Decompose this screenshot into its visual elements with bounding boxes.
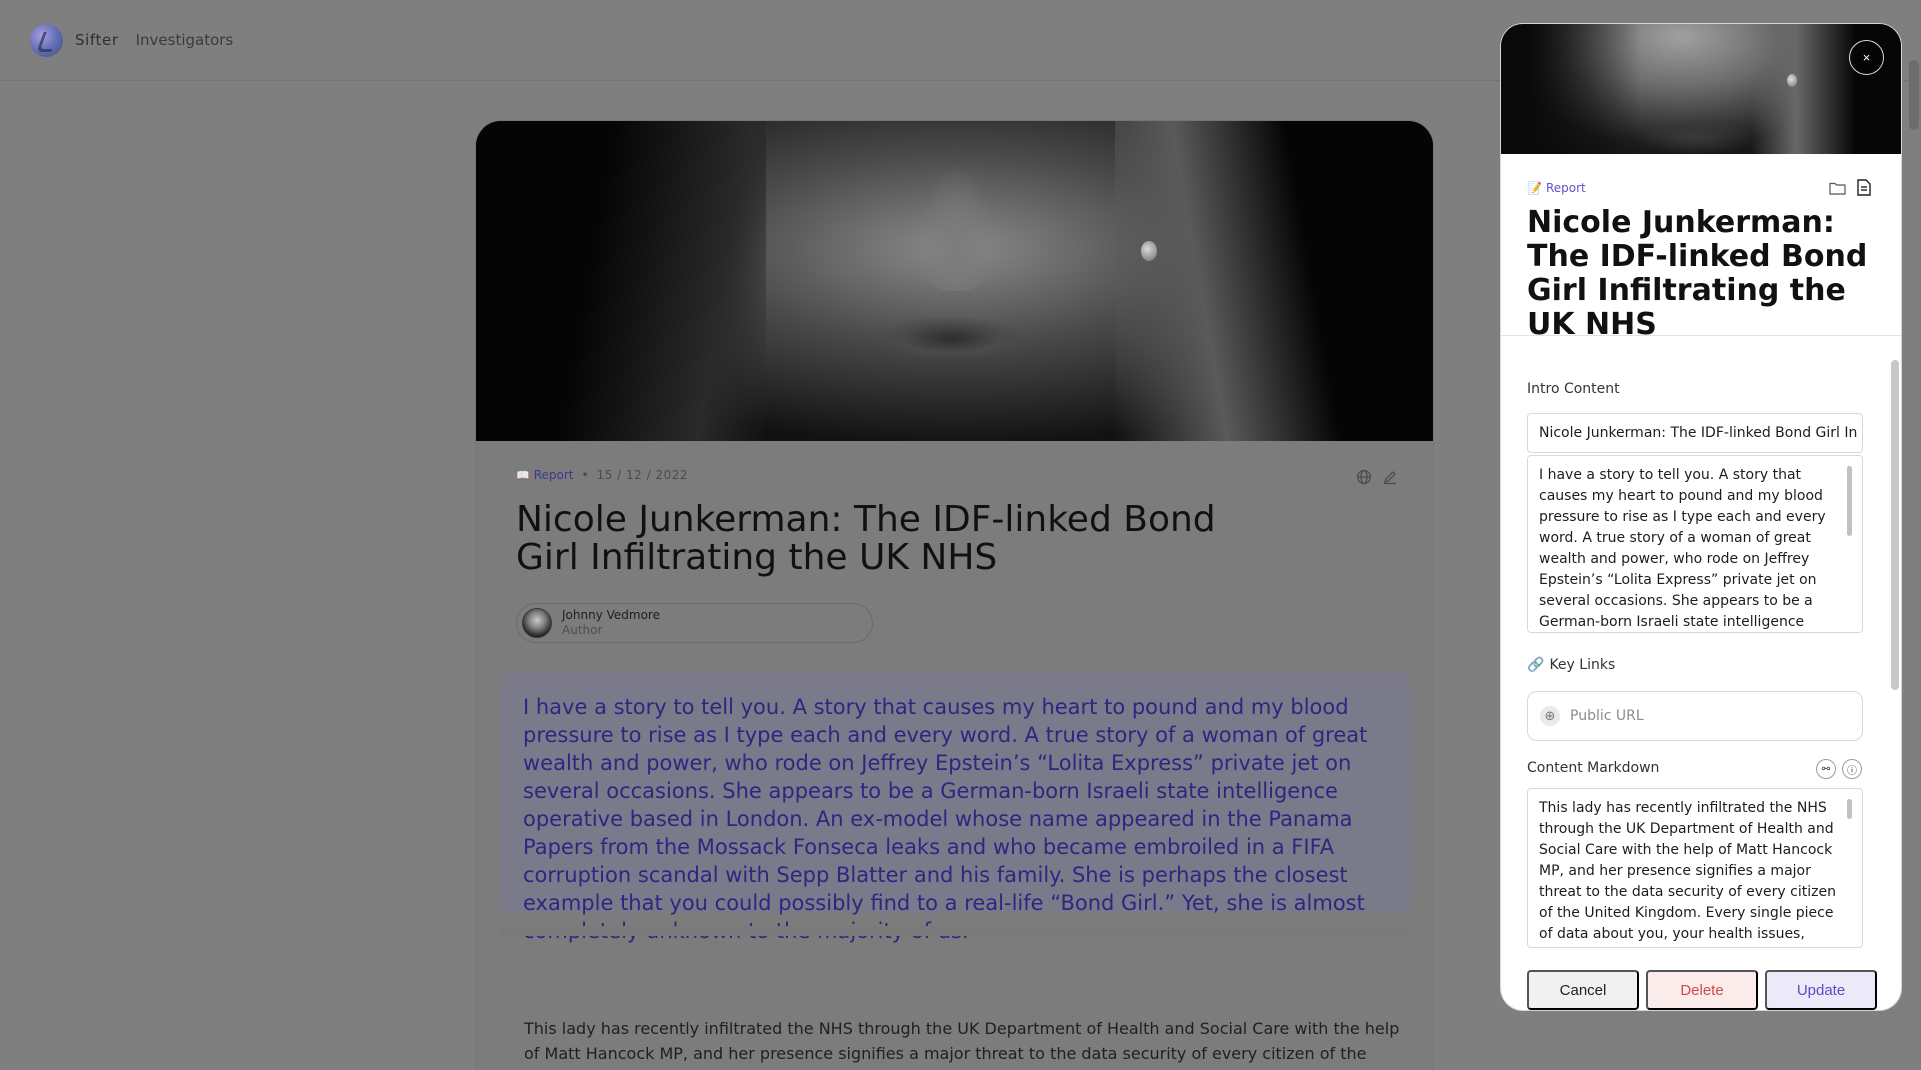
panel-divider [1501,335,1901,336]
panel-title: Nicole Junkerman: The IDF-linked Bond Gi… [1527,205,1868,342]
panel-scrollbar[interactable] [1891,360,1899,690]
folder-icon[interactable] [1828,178,1846,196]
content-markdown-text: This lady has recently infiltrated the N… [1539,800,1836,942]
panel-hero-image [1501,24,1901,154]
edit-panel: × 📝 Report Nicole Junkerman: The IDF-lin… [1501,24,1901,1010]
globe-icon[interactable] [1355,468,1373,486]
cancel-button[interactable]: Cancel [1527,970,1639,1010]
meta-separator: • [581,468,589,482]
link-icon: 🔗 [1527,657,1545,673]
intro-text: I have a story to tell you. A story that… [523,695,1368,943]
globe-small-icon: ⊕ [1540,706,1560,726]
report-tag-label: Report [533,468,574,482]
author-name: Johnny Vedmore [562,608,660,622]
markdown-tools: ⚯ ⓘ [1816,759,1862,779]
key-links-text: Key Links [1549,657,1616,673]
info-icon[interactable]: ⓘ [1842,759,1862,779]
panel-report-tag[interactable]: 📝 Report [1527,181,1586,195]
unlink-icon[interactable]: ⚯ [1816,759,1836,779]
document-icon[interactable] [1855,178,1873,196]
close-button[interactable]: × [1849,40,1884,75]
memo-icon: 📝 [1527,181,1542,195]
article-tools [1355,468,1399,486]
intro-content-text: I have a story to tell you. A story that… [1539,467,1826,630]
panel-report-tag-label: Report [1545,181,1586,195]
author-role: Author [562,623,603,637]
sifter-logo-icon[interactable] [30,23,63,57]
intro-title-input[interactable]: Nicole Junkerman: The IDF-linked Bond Gi… [1527,413,1863,453]
page-scrollbar[interactable] [1909,60,1919,130]
public-url-placeholder: Public URL [1570,708,1644,724]
book-icon: 📖 [516,468,530,482]
article-hero-image [476,121,1433,441]
content-markdown-label: Content Markdown [1527,760,1660,776]
edit-pencil-icon[interactable] [1381,468,1399,486]
intro-content-textarea[interactable]: I have a story to tell you. A story that… [1527,455,1863,633]
key-links-label: 🔗 Key Links [1527,657,1615,673]
content-markdown-textarea[interactable]: This lady has recently infiltrated the N… [1527,788,1863,948]
intro-content-label: Intro Content [1527,381,1620,397]
article-meta: 📖 Report • 15 / 12 / 2022 [516,468,688,482]
article-intro: I have a story to tell you. A story that… [501,673,1410,943]
section-divider [501,926,1410,936]
update-button[interactable]: Update [1765,970,1877,1010]
panel-icons [1828,178,1873,196]
report-tag[interactable]: 📖 Report [516,468,573,482]
markdown-textarea-scrollbar[interactable] [1847,799,1852,819]
delete-button[interactable]: Delete [1646,970,1758,1010]
article-body: This lady has recently infiltrated the N… [524,1019,1400,1063]
intro-textarea-scrollbar[interactable] [1847,466,1852,536]
brand-name[interactable]: Sifter [75,31,119,49]
panel-footer: Cancel Delete Update [1527,970,1877,1010]
article-date: 15 / 12 / 2022 [596,468,688,482]
public-url-field[interactable]: ⊕ Public URL [1527,691,1863,741]
article-card: 📖 Report • 15 / 12 / 2022 Nicole Junkerm… [475,120,1434,1070]
article-title: Nicole Junkerman: The IDF-linked Bond Gi… [516,499,1216,578]
author-chip[interactable]: Johnny Vedmore Author [516,603,873,643]
nav-link-investigators[interactable]: Investigators [136,31,234,49]
author-avatar [522,608,552,638]
